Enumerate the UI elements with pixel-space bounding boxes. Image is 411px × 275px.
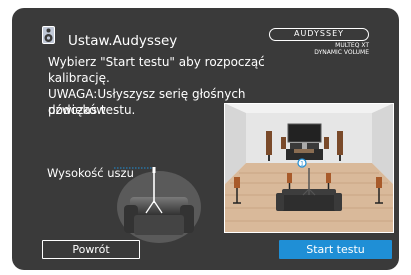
- page-title: Ustaw.Audyssey: [68, 33, 178, 49]
- start-test-button[interactable]: Start testu: [279, 240, 392, 259]
- back-button[interactable]: Powrót: [42, 240, 140, 259]
- mic-position-number: 1: [300, 161, 304, 168]
- logo-line-2: DYNAMIC VOLUME: [314, 49, 369, 56]
- listening-room-illustration: 1: [224, 103, 394, 233]
- speaker-icon: [42, 26, 55, 44]
- instruction-line-1: Wybierz "Start testu" aby rozpocząć: [48, 55, 265, 69]
- instruction-line-2: kalibrację.: [48, 71, 110, 85]
- ear-height-illustration: [114, 167, 201, 243]
- logo-brand: AUDYSSEY: [269, 28, 369, 41]
